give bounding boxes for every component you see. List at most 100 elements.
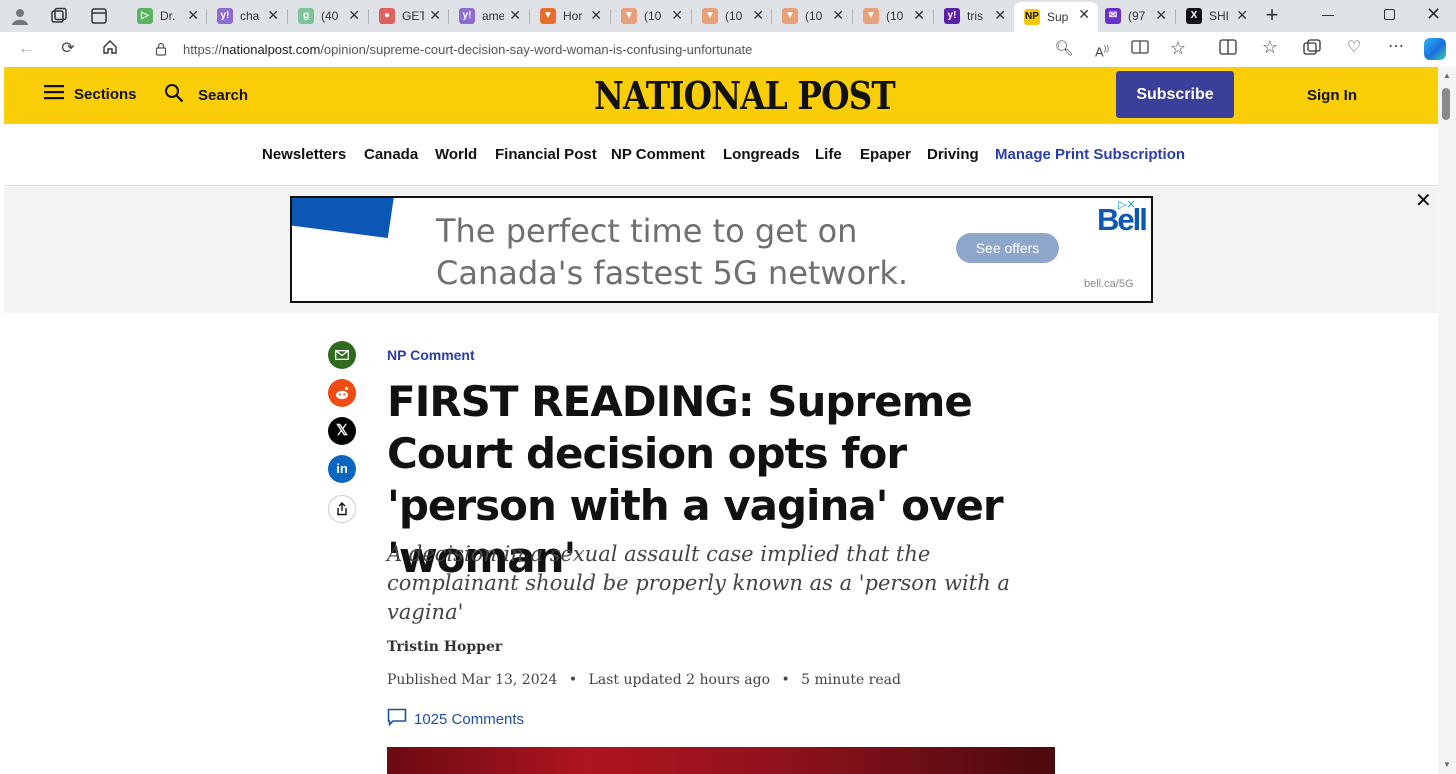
tab-close-icon[interactable]: ✕	[671, 7, 683, 24]
tab-close-icon[interactable]: ✕	[913, 7, 925, 24]
tab-title: (40	[321, 9, 339, 23]
nav-world[interactable]: World	[435, 146, 477, 163]
close-ad-icon[interactable]: ✕	[1415, 188, 1432, 213]
article-author[interactable]: Tristin Hopper	[387, 639, 502, 655]
tab-close-icon[interactable]: ✕	[187, 7, 199, 24]
tab-close-icon[interactable]: ✕	[994, 7, 1006, 24]
ad-url: bell.ca/5G	[1084, 278, 1134, 290]
back-icon[interactable]: ←	[15, 39, 37, 59]
workspaces-icon[interactable]	[50, 7, 68, 25]
ad-corner-graphic	[292, 198, 394, 238]
sections-button[interactable]: Sections	[44, 84, 137, 105]
article-section-label[interactable]: NP Comment	[387, 347, 475, 363]
share-email-icon[interactable]	[328, 341, 356, 369]
scroll-down-arrow[interactable]: ▼	[1443, 760, 1451, 769]
browser-tab[interactable]: ✉ (97 ✕	[1095, 3, 1175, 29]
page-scrollbar[interactable]: ▲ ▼	[1438, 67, 1456, 774]
refresh-icon[interactable]: ⟳	[57, 39, 79, 59]
browser-tab[interactable]: ▼ Hor ✕	[530, 3, 610, 29]
browser-tab[interactable]: ▼ (10 ✕	[853, 3, 933, 29]
scroll-up-arrow[interactable]: ▲	[1443, 71, 1451, 80]
sign-in-link[interactable]: Sign In	[1307, 87, 1357, 104]
browser-tab[interactable]: ▼ (10 ✕	[772, 3, 852, 29]
ad-choices-icon[interactable]: ▷✕	[1118, 198, 1136, 211]
share-linkedin-icon[interactable]: in	[328, 455, 356, 483]
ad-headline-2: Canada's fastest 5G network.	[436, 254, 909, 292]
comments-link[interactable]: 1025 Comments	[387, 708, 524, 730]
share-reddit-icon[interactable]	[328, 379, 356, 407]
new-tab-button[interactable]: +	[1262, 4, 1282, 26]
tab-title: cha	[240, 9, 260, 23]
tab-close-icon[interactable]: ✕	[429, 7, 441, 24]
nav-driving[interactable]: Driving	[927, 146, 979, 163]
home-icon[interactable]	[99, 38, 121, 62]
meta-separator: •	[568, 672, 578, 688]
share-more-icon[interactable]	[328, 495, 356, 523]
ad-see-offers-button[interactable]: See offers	[956, 233, 1059, 263]
ad-banner-area: The perfect time to get on Canada's fast…	[4, 187, 1438, 313]
nav-canada[interactable]: Canada	[364, 146, 418, 163]
tab-favicon-icon: ▼	[782, 8, 798, 24]
tab-favicon-icon: y!	[217, 8, 233, 24]
read-aloud-icon[interactable]: A))	[1091, 39, 1113, 62]
address-bar[interactable]: https://nationalpost.com/opinion/supreme…	[136, 35, 1206, 63]
favorites-icon[interactable]: ☆	[1259, 37, 1281, 57]
search-button[interactable]: Search	[164, 83, 248, 108]
split-screen-icon[interactable]	[1217, 39, 1239, 61]
tab-close-icon[interactable]: ✕	[832, 7, 844, 24]
tab-favicon-icon: ▼	[863, 8, 879, 24]
restore-button[interactable]	[1384, 9, 1395, 20]
search-label: Search	[198, 87, 249, 104]
browser-tab[interactable]: y! ame ✕	[449, 3, 529, 29]
close-window-button[interactable]: ✕	[1426, 4, 1441, 25]
tab-actions-icon[interactable]	[90, 7, 108, 25]
browser-tab[interactable]: X SHI ✕	[1176, 3, 1256, 29]
nav-np-comment[interactable]: NP Comment	[611, 146, 705, 163]
lock-icon[interactable]	[155, 42, 167, 61]
national-post-logo[interactable]: NATIONAL POST	[594, 73, 896, 118]
favorite-star-icon[interactable]: ☆	[1167, 38, 1189, 58]
settings-more-icon[interactable]: ⋯	[1385, 37, 1407, 57]
tab-close-icon[interactable]: ✕	[1078, 6, 1090, 23]
tab-close-icon[interactable]: ✕	[509, 7, 521, 24]
tab-favicon-icon: ▼	[540, 8, 556, 24]
nav-longreads[interactable]: Longreads	[723, 146, 800, 163]
browser-essentials-icon[interactable]: ♡	[1343, 38, 1365, 58]
comment-bubble-icon	[387, 708, 407, 730]
tab-close-icon[interactable]: ✕	[267, 7, 279, 24]
subscribe-button[interactable]: Subscribe	[1116, 71, 1234, 118]
copilot-icon[interactable]	[1424, 38, 1446, 60]
collections-icon[interactable]	[1301, 39, 1323, 61]
browser-tab[interactable]: y! tris ✕	[934, 3, 1014, 29]
browser-tab[interactable]: ▼ (10 ✕	[611, 3, 691, 29]
tab-title: tris	[967, 9, 983, 23]
tab-close-icon[interactable]: ✕	[348, 7, 360, 24]
browser-tab[interactable]: NP Sup ✕	[1014, 2, 1098, 32]
nav-newsletters[interactable]: Newsletters	[262, 146, 346, 163]
nav-manage-print-subscription[interactable]: Manage Print Subscription	[995, 146, 1185, 163]
tab-title: GET	[402, 9, 424, 23]
zoom-icon[interactable]: 🔍︎	[1053, 39, 1075, 59]
tab-title: Hor	[563, 9, 583, 23]
share-x-icon[interactable]: 𝕏	[328, 417, 356, 445]
nav-epaper[interactable]: Epaper	[860, 146, 911, 163]
browser-tab[interactable]: y! cha ✕	[207, 3, 287, 29]
browser-tab[interactable]: ▷ Dr. ✕	[127, 3, 207, 29]
minimize-button[interactable]	[1322, 15, 1334, 16]
nav-financial-post[interactable]: Financial Post	[495, 146, 597, 163]
browser-tab[interactable]: ▼ (10 ✕	[692, 3, 772, 29]
scroll-thumb[interactable]	[1442, 88, 1450, 120]
url-text[interactable]: https://nationalpost.com/opinion/supreme…	[183, 42, 752, 57]
browser-tab[interactable]: g (40 ✕	[288, 3, 368, 29]
immersive-reader-icon[interactable]	[1129, 39, 1151, 61]
bell-ad[interactable]: The perfect time to get on Canada's fast…	[290, 196, 1153, 303]
updated-time: Last updated 2 hours ago	[588, 672, 770, 688]
site-header: Sections Search NATIONAL POST Subscribe …	[4, 67, 1438, 124]
nav-life[interactable]: Life	[815, 146, 842, 163]
profile-icon[interactable]	[10, 6, 30, 26]
tab-close-icon[interactable]: ✕	[1236, 7, 1248, 24]
tab-close-icon[interactable]: ✕	[752, 7, 764, 24]
browser-tab[interactable]: ● GET ✕	[369, 3, 449, 29]
tab-close-icon[interactable]: ✕	[1155, 7, 1167, 24]
tab-close-icon[interactable]: ✕	[590, 7, 602, 24]
